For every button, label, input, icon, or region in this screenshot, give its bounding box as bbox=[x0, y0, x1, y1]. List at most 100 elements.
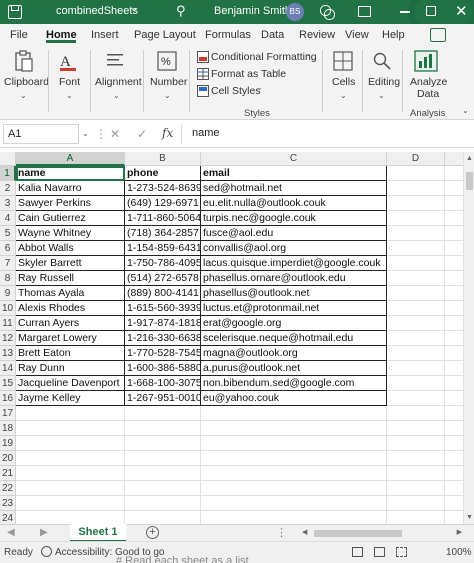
empty-cell[interactable] bbox=[387, 466, 445, 481]
empty-cell[interactable] bbox=[387, 346, 445, 361]
scroll-thumb[interactable] bbox=[466, 172, 473, 190]
table-cell[interactable]: 1-273-524-8639 bbox=[125, 181, 201, 196]
table-cell[interactable]: lacus.quisque.imperdiet@google.couk bbox=[201, 256, 387, 271]
empty-cell[interactable] bbox=[387, 391, 445, 406]
row-header[interactable]: 4 bbox=[0, 211, 16, 226]
empty-cell[interactable] bbox=[387, 181, 445, 196]
empty-cell[interactable] bbox=[387, 256, 445, 271]
table-cell[interactable]: phone bbox=[125, 166, 201, 181]
table-cell[interactable]: 1-770-528-7545 bbox=[125, 346, 201, 361]
tab-formulas[interactable]: Formulas bbox=[205, 29, 251, 41]
scroll-right-icon[interactable]: ▶ bbox=[457, 528, 462, 536]
empty-cell[interactable] bbox=[16, 436, 125, 451]
empty-cell[interactable] bbox=[387, 271, 445, 286]
empty-cell[interactable] bbox=[125, 511, 201, 524]
coauthoring-icon[interactable] bbox=[320, 5, 335, 20]
grip-icon[interactable]: ⋮ bbox=[276, 526, 287, 539]
table-cell[interactable]: Ray Dunn bbox=[16, 361, 125, 376]
table-cell[interactable]: eu@yahoo.couk bbox=[201, 391, 387, 406]
table-cell[interactable]: Jacqueline Davenport bbox=[16, 376, 125, 391]
page-layout-view-icon[interactable] bbox=[374, 547, 385, 557]
table-cell[interactable]: a.purus@outlook.net bbox=[201, 361, 387, 376]
row-header[interactable]: 11 bbox=[0, 316, 16, 331]
table-cell[interactable]: 1-216-330-6638 bbox=[125, 331, 201, 346]
vertical-scrollbar[interactable]: ▲ ▼ bbox=[463, 152, 474, 524]
comments-icon[interactable] bbox=[430, 28, 446, 42]
row-header[interactable]: 21 bbox=[0, 466, 16, 481]
row-header[interactable]: 1 bbox=[0, 166, 16, 181]
table-cell[interactable]: phasellus@outlook.net bbox=[201, 286, 387, 301]
empty-cell[interactable] bbox=[387, 331, 445, 346]
row-header[interactable]: 13 bbox=[0, 346, 16, 361]
sheet-next-icon[interactable]: ▶ bbox=[40, 527, 48, 538]
empty-cell[interactable] bbox=[201, 406, 387, 421]
table-cell[interactable]: 1-267-951-0010 bbox=[125, 391, 201, 406]
save-icon[interactable] bbox=[8, 5, 22, 19]
table-cell[interactable]: Abbot Walls bbox=[16, 241, 125, 256]
empty-cell[interactable] bbox=[387, 301, 445, 316]
zoom-level[interactable]: 100% bbox=[446, 547, 472, 558]
row-header[interactable]: 15 bbox=[0, 376, 16, 391]
tab-insert[interactable]: Insert bbox=[91, 29, 119, 41]
empty-cell[interactable] bbox=[387, 316, 445, 331]
table-cell[interactable]: Kalia Navarro bbox=[16, 181, 125, 196]
empty-cell[interactable] bbox=[16, 406, 125, 421]
tab-help[interactable]: Help bbox=[382, 29, 405, 41]
chevron-down-icon[interactable]: ⌄ bbox=[130, 3, 138, 14]
row-header[interactable]: 10 bbox=[0, 301, 16, 316]
table-cell[interactable]: scelerisque.neque@hotmail.edu bbox=[201, 331, 387, 346]
tab-view[interactable]: View bbox=[345, 29, 369, 41]
table-cell[interactable]: fusce@aol.edu bbox=[201, 226, 387, 241]
table-cell[interactable]: (514) 272-6578 bbox=[125, 271, 201, 286]
row-header[interactable]: 8 bbox=[0, 271, 16, 286]
column-header-a[interactable]: A bbox=[16, 152, 125, 166]
table-cell[interactable]: (718) 364-2857 bbox=[125, 226, 201, 241]
check-icon[interactable]: ✓ bbox=[137, 127, 147, 141]
table-cell[interactable]: Ray Russell bbox=[16, 271, 125, 286]
row-header[interactable]: 16 bbox=[0, 391, 16, 406]
chevron-down-icon[interactable]: ⌄ bbox=[82, 129, 89, 138]
table-cell[interactable]: Wayne Whitney bbox=[16, 226, 125, 241]
empty-cell[interactable] bbox=[387, 406, 445, 421]
row-header[interactable]: 2 bbox=[0, 181, 16, 196]
table-cell[interactable]: Alexis Rhodes bbox=[16, 301, 125, 316]
empty-cell[interactable] bbox=[125, 406, 201, 421]
cancel-icon[interactable]: ✕ bbox=[110, 127, 120, 141]
sheet-tab[interactable]: Sheet 1 bbox=[70, 524, 126, 542]
table-cell[interactable]: erat@google.org bbox=[201, 316, 387, 331]
table-cell[interactable]: eu.elit.nulla@outlook.couk bbox=[201, 196, 387, 211]
sheet-prev-icon[interactable]: ◀ bbox=[7, 527, 15, 538]
table-cell[interactable]: Skyler Barrett bbox=[16, 256, 125, 271]
table-cell[interactable]: Brett Eaton bbox=[16, 346, 125, 361]
empty-cell[interactable] bbox=[16, 466, 125, 481]
empty-cell[interactable] bbox=[387, 211, 445, 226]
empty-cell[interactable] bbox=[201, 436, 387, 451]
workbook-name[interactable]: combinedSheets bbox=[56, 5, 138, 17]
table-cell[interactable]: 1-668-100-3075 bbox=[125, 376, 201, 391]
empty-cell[interactable] bbox=[387, 376, 445, 391]
table-cell[interactable]: magna@outlook.org bbox=[201, 346, 387, 361]
row-header[interactable]: 5 bbox=[0, 226, 16, 241]
scroll-down-icon[interactable]: ▼ bbox=[466, 514, 473, 521]
tab-data[interactable]: Data bbox=[261, 29, 284, 41]
empty-cell[interactable] bbox=[201, 511, 387, 524]
row-header[interactable]: 12 bbox=[0, 331, 16, 346]
table-cell[interactable]: Curran Ayers bbox=[16, 316, 125, 331]
scroll-left-icon[interactable]: ◀ bbox=[302, 528, 307, 536]
table-cell[interactable]: Jayme Kelley bbox=[16, 391, 125, 406]
scroll-thumb[interactable] bbox=[314, 530, 402, 537]
table-cell[interactable]: 1-750-786-4095 bbox=[125, 256, 201, 271]
row-header[interactable]: 19 bbox=[0, 436, 16, 451]
empty-cell[interactable] bbox=[201, 466, 387, 481]
empty-cell[interactable] bbox=[387, 361, 445, 376]
row-header[interactable]: 23 bbox=[0, 496, 16, 511]
column-header-d[interactable]: D bbox=[387, 152, 445, 166]
tab-page-layout[interactable]: Page Layout bbox=[134, 29, 196, 41]
table-cell[interactable]: luctus.et@protonmail.net bbox=[201, 301, 387, 316]
empty-cell[interactable] bbox=[387, 481, 445, 496]
empty-cell[interactable] bbox=[387, 496, 445, 511]
row-header[interactable]: 18 bbox=[0, 421, 16, 436]
worksheet-grid[interactable]: A B C D 1 name phone email 2 Kalia Navarro 1-273-5… bbox=[0, 152, 474, 524]
avatar[interactable]: BS bbox=[286, 3, 304, 21]
row-header[interactable]: 14 bbox=[0, 361, 16, 376]
